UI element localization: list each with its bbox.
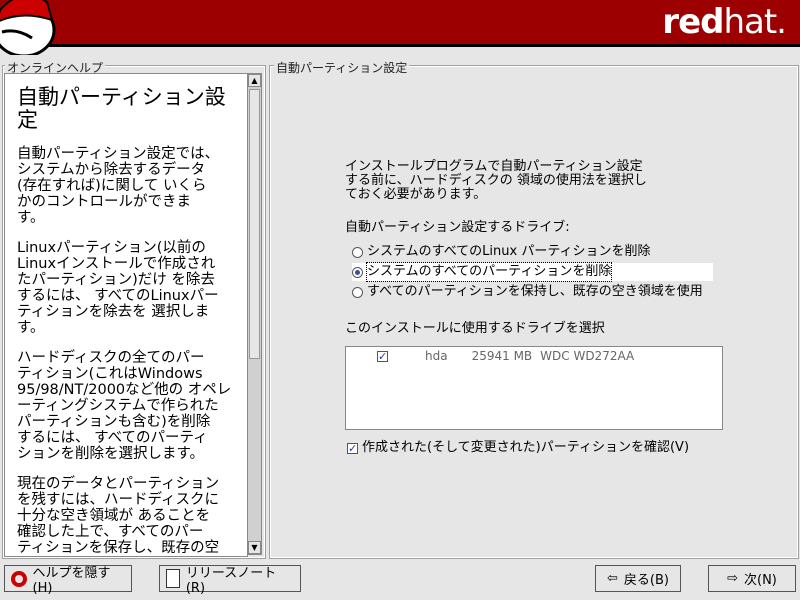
button-label: ヘルプを隠す(H) — [32, 565, 111, 596]
arrow-right-icon: ⇨ — [727, 571, 739, 586]
button-label: リリースノート(R) — [185, 565, 277, 596]
radio-icon[interactable] — [352, 246, 363, 258]
lifebuoy-icon — [11, 570, 27, 587]
drive-checkbox[interactable]: ✓ — [377, 350, 388, 362]
main-frame — [269, 65, 799, 559]
redhat-logo: redhat. — [662, 2, 787, 42]
hide-help-button[interactable]: ヘルプを隠す(H) — [4, 565, 132, 596]
button-label: 次(N) — [744, 573, 777, 588]
main-frame-label: 自動パーティション設定 — [274, 59, 410, 76]
header-banner: redhat. — [0, 0, 800, 55]
drive-model: WDC WD272AA — [540, 349, 635, 363]
review-partitions-checkbox[interactable]: ✓ 作成された(そして変更された)パーティションを確認(V) — [347, 439, 689, 457]
document-icon — [166, 569, 180, 588]
drive-name: hda — [425, 349, 448, 363]
button-label: 戻る(B) — [623, 573, 669, 588]
help-text-area: 自動パーティション設定 自動パーティション設定では、 システムから除去するデータ… — [4, 73, 248, 557]
help-paragraph: ハードディスクの全てのパー ティション(これはWindows 95/98/NT/… — [17, 350, 232, 462]
scroll-down-arrow-icon[interactable]: ▼ — [248, 541, 261, 554]
radio-remove-linux[interactable]: システムのすべてのLinux パーティションを削除 — [352, 243, 651, 261]
drive-option-label: 自動パーティション設定するドライブ: — [345, 220, 570, 235]
radio-remove-all[interactable]: システムのすべてのパーティションを削除 — [352, 262, 713, 282]
scrollbar-thumb[interactable] — [249, 89, 260, 359]
help-paragraph: 現在のデータとパーティション を残すには、ハードディスクに 十分な空き領域が あ… — [17, 476, 220, 556]
radio-icon[interactable] — [352, 286, 363, 298]
next-button[interactable]: ⇨ 次(N) — [708, 565, 796, 592]
radio-keep-all[interactable]: すべてのパーティションを保持し、既存の空き領域を使用 — [352, 283, 703, 301]
arrow-left-icon: ⇦ — [607, 571, 618, 586]
shadowman-logo-icon — [0, 0, 56, 55]
radio-label: すべてのパーティションを保持し、既存の空き領域を使用 — [367, 284, 703, 299]
radio-label: システムのすべてのパーティションを削除 — [365, 262, 613, 282]
help-paragraph: 自動パーティション設定では、 システムから除去するデータ (存在すれば)に関して… — [17, 146, 220, 226]
intro-text: インストールプログラムで自動パーティション設定 する前に、ハードディスクの 領域… — [345, 159, 647, 202]
back-button[interactable]: ⇦ 戻る(B) — [595, 565, 681, 592]
drive-size: 25941 MB — [471, 349, 533, 363]
help-title: 自動パーティション設定 — [17, 85, 226, 132]
select-drive-label: このインストールに使用するドライブを選択 — [345, 321, 605, 336]
checkbox-icon[interactable]: ✓ — [347, 442, 358, 454]
drive-list[interactable]: ✓ hda 25941 MB WDC WD272AA — [345, 346, 723, 430]
radio-label: システムのすべてのLinux パーティションを削除 — [367, 244, 651, 259]
radio-selected-icon[interactable] — [352, 266, 363, 278]
help-paragraph: Linuxパーティション(以前の Linuxインストールで作成され たパーティシ… — [17, 240, 219, 336]
scroll-up-arrow-icon[interactable]: ▲ — [248, 74, 261, 87]
review-label: 作成された(そして変更された)パーティションを確認(V) — [362, 440, 690, 455]
help-scrollbar[interactable]: ▲ ▼ — [247, 73, 262, 555]
release-notes-button[interactable]: リリースノート(R) — [159, 565, 301, 596]
drive-row[interactable]: ✓ hda 25941 MB WDC WD272AA — [377, 349, 634, 363]
